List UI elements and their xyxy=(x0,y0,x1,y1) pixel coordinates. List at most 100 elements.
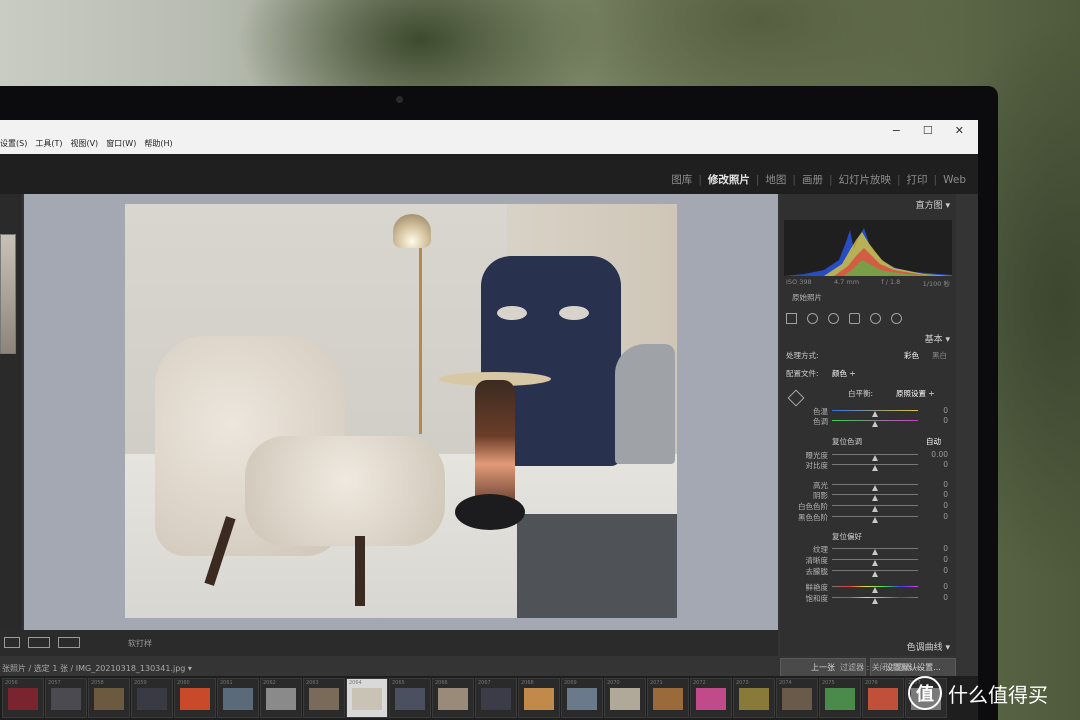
filmstrip-thumbnail[interactable]: 2060 xyxy=(174,678,216,718)
module-separator: | xyxy=(755,173,760,186)
filmstrip-thumbnail[interactable]: 2066 xyxy=(432,678,474,718)
filmstrip-thumbnail[interactable]: 2061 xyxy=(217,678,259,718)
temp-value[interactable]: 0 xyxy=(943,406,948,415)
whites-value[interactable]: 0 xyxy=(943,501,948,510)
adjustment-brush-icon[interactable] xyxy=(891,312,902,324)
contrast-value[interactable]: 0 xyxy=(943,460,948,469)
highlights-slider[interactable] xyxy=(832,484,918,491)
module-tab[interactable]: 修改照片 xyxy=(708,172,750,187)
filmstrip-thumbnail[interactable]: 2075 xyxy=(819,678,861,718)
filmstrip-thumbnail[interactable]: 2071 xyxy=(647,678,689,718)
graduated-filter-icon[interactable] xyxy=(849,312,860,324)
shadows-value[interactable]: 0 xyxy=(943,490,948,499)
menu-help[interactable]: 帮助(H) xyxy=(144,138,172,152)
histogram-header[interactable]: 直方图 ▾ xyxy=(916,198,950,211)
clarity-value[interactable]: 0 xyxy=(943,555,948,564)
filmstrip-thumbnail[interactable]: 2064 xyxy=(346,678,388,718)
blacks-slider-knob[interactable] xyxy=(872,517,878,523)
exposure-value[interactable]: 0.00 xyxy=(931,450,948,459)
exif-shutter: 1/100 秒 xyxy=(922,280,950,288)
spot-removal-icon[interactable] xyxy=(807,312,818,324)
texture-value[interactable]: 0 xyxy=(943,544,948,553)
wb-select[interactable]: 原照设置 ÷ xyxy=(896,388,935,399)
menu-tools[interactable]: 工具(T) xyxy=(35,138,62,152)
original-photo-label[interactable]: 原始照片 xyxy=(792,292,822,303)
profile-select[interactable]: 颜色 ÷ xyxy=(832,368,856,379)
tint-slider-knob[interactable] xyxy=(872,421,878,427)
vibrance-value[interactable]: 0 xyxy=(943,582,948,591)
filmstrip-thumbnail[interactable]: 2058 xyxy=(88,678,130,718)
saturation-value[interactable]: 0 xyxy=(943,593,948,602)
tint-slider[interactable] xyxy=(832,420,918,427)
minimize-button[interactable]: − xyxy=(892,124,901,137)
filmstrip-thumbnail[interactable]: 2076 xyxy=(862,678,904,718)
clarity-slider[interactable] xyxy=(832,559,918,566)
photo[interactable] xyxy=(125,204,677,618)
filmstrip-thumbnail[interactable]: 2067 xyxy=(475,678,517,718)
thumbnail-image xyxy=(51,688,81,710)
dehaze-slider-row: 去朦胧 0 xyxy=(780,566,956,577)
thumbnail-number: 2064 xyxy=(349,680,362,686)
basic-header[interactable]: 基本 ▾ xyxy=(925,332,950,345)
maximize-button[interactable]: ☐ xyxy=(923,124,933,137)
menu-view[interactable]: 视图(V) xyxy=(70,138,98,152)
module-tab[interactable]: 打印 xyxy=(907,172,928,187)
radial-filter-icon[interactable] xyxy=(870,312,881,324)
menu-window[interactable]: 窗口(W) xyxy=(106,138,136,152)
shadows-slider[interactable] xyxy=(832,494,918,501)
contrast-slider[interactable] xyxy=(832,464,918,471)
treatment-color[interactable]: 彩色 xyxy=(904,350,919,361)
module-tab[interactable]: 幻灯片放映 xyxy=(839,172,892,187)
filter-select[interactable]: 关闭过滤器 ÷ xyxy=(872,663,921,672)
loupe-view-icon[interactable] xyxy=(4,637,20,648)
module-tab[interactable]: 画册 xyxy=(802,172,823,187)
tint-value[interactable]: 0 xyxy=(943,416,948,425)
menu-settings[interactable]: 设置(S) xyxy=(0,138,27,152)
close-button[interactable]: ✕ xyxy=(955,124,964,137)
dehaze-slider[interactable] xyxy=(832,570,918,577)
tone-auto-button[interactable]: 自动 xyxy=(926,436,941,447)
blacks-value[interactable]: 0 xyxy=(943,512,948,521)
treatment-bw[interactable]: 黑白 xyxy=(932,350,947,361)
eyedropper-icon[interactable] xyxy=(787,389,805,407)
filmstrip-info-text[interactable]: 张照片 / 选定 1 张 / IMG_20210318_130341.jpg ▾ xyxy=(2,663,192,674)
contrast-slider-knob[interactable] xyxy=(872,465,878,471)
module-tab[interactable]: 地图 xyxy=(765,172,786,187)
filmstrip-thumbnail[interactable]: 2074 xyxy=(776,678,818,718)
filmstrip-thumbnail[interactable]: 2063 xyxy=(303,678,345,718)
texture-slider[interactable] xyxy=(832,548,918,555)
filmstrip-thumbnail[interactable]: 2065 xyxy=(389,678,431,718)
temp-slider-row: 色温 0 xyxy=(780,406,956,417)
vibrance-slider[interactable] xyxy=(832,586,918,593)
module-tab[interactable]: Web xyxy=(943,174,966,186)
exposure-slider-row: 曝光度 0.00 xyxy=(780,450,956,461)
photo-armchair-leg xyxy=(355,536,365,606)
dehaze-slider-knob[interactable] xyxy=(872,571,878,577)
saturation-slider[interactable] xyxy=(832,597,918,604)
filmstrip-thumbnail[interactable]: 2062 xyxy=(260,678,302,718)
filmstrip-thumbnail[interactable]: 2072 xyxy=(690,678,732,718)
filmstrip-thumbnail[interactable]: 2073 xyxy=(733,678,775,718)
red-eye-icon[interactable] xyxy=(828,312,839,324)
before-after-yy-icon[interactable] xyxy=(58,637,80,648)
module-tab[interactable]: 图库 xyxy=(671,172,692,187)
filmstrip-thumbnail[interactable]: 2070 xyxy=(604,678,646,718)
filmstrip-thumbnail[interactable]: 2069 xyxy=(561,678,603,718)
whites-slider[interactable] xyxy=(832,505,918,512)
saturation-slider-knob[interactable] xyxy=(872,598,878,604)
filmstrip-thumbnail[interactable]: 2068 xyxy=(518,678,560,718)
filmstrip-thumbnail[interactable]: 2057 xyxy=(45,678,87,718)
exposure-slider[interactable] xyxy=(832,454,918,461)
thumbnail-number: 2071 xyxy=(650,680,663,686)
softproof-checkbox[interactable]: 软打样 xyxy=(128,638,152,649)
dehaze-value[interactable]: 0 xyxy=(943,566,948,575)
crop-icon[interactable] xyxy=(786,312,797,324)
navigator-preview[interactable] xyxy=(0,234,16,354)
temp-slider[interactable] xyxy=(832,410,918,417)
blacks-slider[interactable] xyxy=(832,516,918,523)
before-after-icon[interactable] xyxy=(28,637,50,648)
filmstrip-thumbnail[interactable]: 2056 xyxy=(2,678,44,718)
tone-curve-header[interactable]: 色调曲线 ▾ xyxy=(907,640,950,653)
filmstrip-thumbnail[interactable]: 2059 xyxy=(131,678,173,718)
highlights-value[interactable]: 0 xyxy=(943,480,948,489)
